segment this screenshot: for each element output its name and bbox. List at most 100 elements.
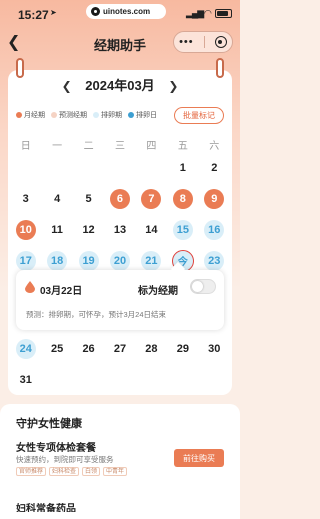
calendar-cell[interactable]: 14 — [136, 214, 167, 245]
calendar-cell[interactable]: 31 — [10, 364, 41, 395]
mark-period-toggle[interactable] — [190, 279, 216, 294]
calendar-cell[interactable]: 10 — [10, 214, 41, 245]
calendar-cell — [167, 364, 198, 395]
calendar-cell[interactable]: 1 — [167, 152, 198, 183]
product-tags: 官师推荐 妇科检查 白领 中青年 — [16, 467, 128, 476]
buy-button[interactable]: 前往购买 — [174, 449, 224, 467]
month-selector: ❮ 2024年03月 ❯ — [0, 75, 240, 94]
calendar-cell[interactable]: 12 — [73, 214, 104, 245]
calendar-cell[interactable]: 13 — [104, 214, 135, 245]
calendar-day[interactable]: 23 — [204, 250, 225, 271]
calendar-cell — [41, 152, 72, 183]
calendar-day[interactable]: 10 — [15, 219, 36, 240]
calendar-cell[interactable]: 3 — [10, 183, 41, 214]
calendar-day[interactable]: 24 — [15, 338, 36, 359]
calendar-day[interactable]: 17 — [15, 250, 36, 271]
status-time: 15:27 — [18, 8, 49, 22]
product-title[interactable]: 女性专项体检套餐 — [16, 439, 96, 454]
batch-mark-button[interactable]: 批量标记 — [174, 107, 224, 124]
product-tag: 白领 — [82, 467, 101, 476]
location-arrow-icon: ➤ — [50, 8, 57, 17]
close-target-icon[interactable] — [214, 36, 227, 48]
calendar-day[interactable]: 29 — [173, 339, 193, 359]
weekday-label: 二 — [83, 141, 94, 152]
calendar-day[interactable]: 1 — [173, 158, 193, 178]
blood-drop-icon — [25, 281, 35, 293]
calendar-cell[interactable]: 30 — [199, 333, 230, 364]
calendar-cell[interactable]: 4 — [41, 183, 72, 214]
calendar-day[interactable]: 5 — [79, 189, 99, 209]
weekday-label: 五 — [177, 141, 188, 152]
calendar-day[interactable]: 15 — [172, 219, 193, 240]
url-pill: uinotes.com — [86, 4, 166, 19]
day-detail-popup: 03月22日 标为经期 预测：排卵期，可怀孕，预计3月24日结束 — [16, 270, 224, 330]
calendar-cell[interactable]: 25 — [41, 333, 72, 364]
more-dots-icon[interactable]: ••• — [179, 36, 194, 48]
calendar-day[interactable]: 31 — [16, 370, 36, 390]
calendar-day[interactable]: 27 — [110, 339, 130, 359]
calendar-cell[interactable]: 15 — [167, 214, 198, 245]
wifi-icon: ◠ — [204, 8, 212, 18]
calendar-cell[interactable]: 24 — [10, 333, 41, 364]
product2-title[interactable]: 妇科常备药品 — [16, 500, 76, 512]
url-text: uinotes.com — [103, 7, 151, 16]
popup-date: 03月22日 — [40, 286, 83, 297]
calendar-day[interactable]: 6 — [109, 188, 130, 209]
calendar-cell[interactable]: 16 — [199, 214, 230, 245]
calendar-day[interactable]: 28 — [141, 339, 161, 359]
legend-dot-icon — [128, 112, 134, 118]
calendar-cell[interactable]: 9 — [199, 183, 230, 214]
prev-month-icon[interactable]: ❮ — [62, 79, 72, 93]
calendar-day[interactable]: 11 — [47, 220, 67, 240]
legend-label: 排卵期 — [101, 112, 122, 119]
legend-item: 预测经期 — [51, 110, 87, 120]
calendar-day[interactable]: 3 — [16, 189, 36, 209]
calendar-day[interactable]: 30 — [204, 339, 224, 359]
calendar-cell[interactable]: 7 — [136, 183, 167, 214]
calendar-cell — [104, 152, 135, 183]
weekday-label: 日 — [20, 141, 31, 152]
site-logo-icon — [91, 7, 100, 16]
calendar-day[interactable]: 12 — [79, 220, 99, 240]
calendar-day[interactable]: 21 — [141, 250, 162, 271]
calendar-grid: 1 2 3 4 5 6 7 8 9 10 11 12 13 14 15 16 17 18 19 20 21 今 23 — [10, 152, 230, 276]
mini-program-capsule: ••• — [173, 31, 233, 53]
legend-label: 预测经期 — [59, 112, 87, 119]
next-month-icon[interactable]: ❯ — [168, 79, 178, 93]
calendar-cell — [41, 364, 72, 395]
calendar-cell[interactable]: 28 — [136, 333, 167, 364]
calendar-day[interactable]: 2 — [204, 158, 224, 178]
calendar-cell[interactable]: 2 — [199, 152, 230, 183]
calendar-day[interactable]: 18 — [47, 250, 68, 271]
calendar-day[interactable]: 9 — [204, 188, 225, 209]
mark-period-label: 标为经期 — [138, 286, 178, 297]
calendar-cell[interactable]: 5 — [73, 183, 104, 214]
calendar-day[interactable]: 13 — [110, 220, 130, 240]
battery-icon — [215, 9, 232, 18]
calendar-cell[interactable]: 29 — [167, 333, 198, 364]
calendar-day[interactable]: 26 — [79, 339, 99, 359]
calendar-cell[interactable]: 11 — [41, 214, 72, 245]
legend-label: 月经期 — [24, 112, 45, 119]
calendar-cell — [136, 364, 167, 395]
calendar-cell[interactable]: 26 — [73, 333, 104, 364]
calendar-day[interactable]: 8 — [172, 188, 193, 209]
weekday-label: 六 — [209, 141, 220, 152]
calendar-day[interactable]: 14 — [141, 220, 161, 240]
product-tag: 中青年 — [103, 467, 128, 476]
calendar-day[interactable]: 20 — [109, 250, 130, 271]
calendar-cell[interactable]: 8 — [167, 183, 198, 214]
weekday-header: 日一二三四五六 — [10, 137, 230, 152]
calendar-day[interactable]: 16 — [204, 219, 225, 240]
calendar-day[interactable]: 25 — [47, 339, 67, 359]
calendar-day[interactable]: 19 — [78, 250, 99, 271]
calendar-legend: 月经期 预测经期 排卵期 排卵日 — [16, 110, 157, 120]
calendar-cell[interactable]: 6 — [104, 183, 135, 214]
calendar-cell[interactable]: 27 — [104, 333, 135, 364]
calendar-day[interactable]: 4 — [47, 189, 67, 209]
legend-item: 排卵期 — [93, 110, 122, 120]
calendar-day[interactable]: 7 — [141, 188, 162, 209]
product-tag: 妇科检查 — [49, 467, 80, 476]
calendar-cell — [136, 152, 167, 183]
legend-item: 月经期 — [16, 110, 45, 120]
